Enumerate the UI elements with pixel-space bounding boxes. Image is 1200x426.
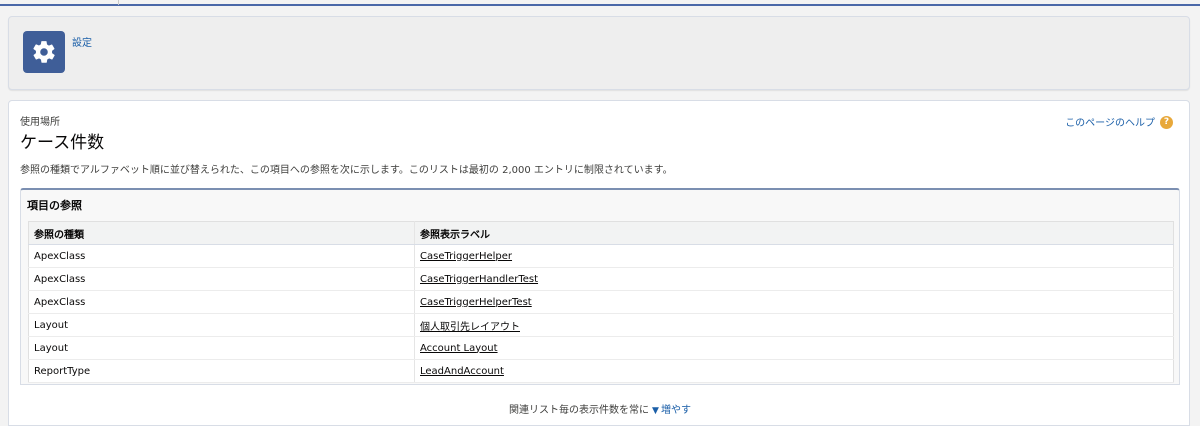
table-header-row: 参照の種類 参照表示ラベル xyxy=(28,221,1174,245)
reference-label-cell: 個人取引先レイアウト xyxy=(414,313,1174,337)
table-row: ApexClass CaseTriggerHelper xyxy=(28,244,1174,268)
top-tab-strip xyxy=(0,0,1200,6)
show-more-link[interactable]: 増やす xyxy=(661,405,691,416)
column-header-label[interactable]: 参照表示ラベル xyxy=(414,221,1174,245)
reference-link[interactable]: CaseTriggerHelperTest xyxy=(420,297,532,308)
reference-link[interactable]: Account Layout xyxy=(420,343,498,354)
triangle-down-icon: ▼ xyxy=(652,406,659,416)
table-row: ApexClass CaseTriggerHelperTest xyxy=(28,290,1174,314)
reference-label-cell: CaseTriggerHelper xyxy=(414,244,1174,268)
tab-edge xyxy=(118,0,119,5)
reference-link[interactable]: LeadAndAccount xyxy=(420,366,504,377)
reference-label-cell: LeadAndAccount xyxy=(414,359,1174,383)
page-description: 参照の種類でアルファベット順に並び替えられた、この項目への参照を次に示します。こ… xyxy=(20,165,673,176)
gear-icon xyxy=(23,31,65,73)
page-eyebrow: 使用場所 xyxy=(20,117,60,128)
reference-type: ApexClass xyxy=(28,267,415,291)
reference-link[interactable]: 個人取引先レイアウト xyxy=(420,322,520,333)
help-icon[interactable]: ? xyxy=(1160,116,1173,129)
table-row: Layout Account Layout xyxy=(28,336,1174,360)
reference-type: ApexClass xyxy=(28,244,415,268)
help-link[interactable]: このページのヘルプ xyxy=(1065,114,1155,129)
setup-breadcrumb-link[interactable]: 設定 xyxy=(72,34,92,49)
setup-header: 設定 xyxy=(8,16,1190,90)
list-size-footer: 関連リスト毎の表示件数を常に ▼ 増やす xyxy=(9,401,1191,416)
reference-link[interactable]: CaseTriggerHelper xyxy=(420,251,512,262)
reference-link[interactable]: CaseTriggerHandlerTest xyxy=(420,274,538,285)
footer-text: 関連リスト毎の表示件数を常に xyxy=(509,405,650,416)
reference-type: ApexClass xyxy=(28,290,415,314)
reference-label-cell: Account Layout xyxy=(414,336,1174,360)
table-row: Layout 個人取引先レイアウト xyxy=(28,313,1174,337)
field-references-list: 項目の参照 参照の種類 参照表示ラベル ApexClass CaseTrigge… xyxy=(20,188,1180,385)
related-list-title: 項目の参照 xyxy=(27,199,82,212)
references-table: 参照の種類 参照表示ラベル ApexClass CaseTriggerHelpe… xyxy=(28,221,1174,383)
reference-label-cell: CaseTriggerHandlerTest xyxy=(414,267,1174,291)
table-row: ReportType LeadAndAccount xyxy=(28,359,1174,383)
table-row: ApexClass CaseTriggerHandlerTest xyxy=(28,267,1174,291)
reference-type: Layout xyxy=(28,313,415,337)
main-content: 使用場所 ケース件数 このページのヘルプ ? 参照の種類でアルファベット順に並び… xyxy=(8,100,1190,426)
reference-type: Layout xyxy=(28,336,415,360)
reference-label-cell: CaseTriggerHelperTest xyxy=(414,290,1174,314)
reference-type: ReportType xyxy=(28,359,415,383)
column-header-type[interactable]: 参照の種類 xyxy=(28,221,415,245)
page-title: ケース件数 xyxy=(20,133,105,153)
